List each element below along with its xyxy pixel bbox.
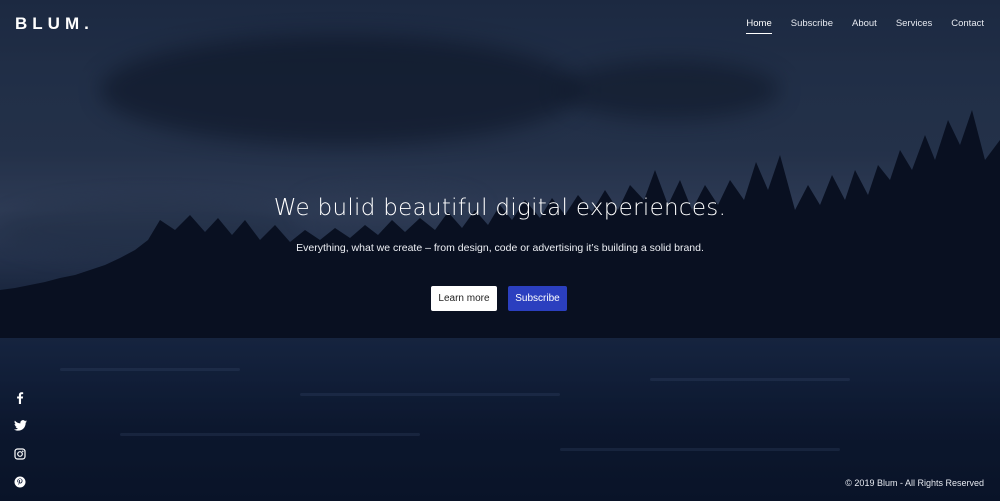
nav-item-about[interactable]: About	[852, 18, 877, 34]
twitter-icon[interactable]	[13, 418, 27, 433]
instagram-icon[interactable]	[13, 446, 27, 461]
pinterest-icon[interactable]	[13, 474, 27, 489]
brand-logo[interactable]: BLUM.	[15, 14, 94, 34]
nav-item-contact[interactable]: Contact	[951, 18, 984, 34]
social-links	[13, 390, 27, 489]
nav-item-subscribe[interactable]: Subscribe	[791, 18, 833, 34]
subscribe-button[interactable]: Subscribe	[508, 286, 567, 311]
hero-subtitle: Everything, what we create – from design…	[296, 242, 704, 254]
nav-item-home[interactable]: Home	[746, 18, 772, 34]
footer-copyright: © 2019 Blum - All Rights Reserved	[845, 478, 984, 488]
hero-title: We bulid beautiful digital experiences.	[273, 195, 727, 221]
learn-more-button[interactable]: Learn more	[431, 286, 497, 311]
main-nav: Home Subscribe About Services Contact	[746, 18, 984, 34]
facebook-icon[interactable]	[13, 390, 27, 405]
nav-item-services[interactable]: Services	[896, 18, 932, 34]
